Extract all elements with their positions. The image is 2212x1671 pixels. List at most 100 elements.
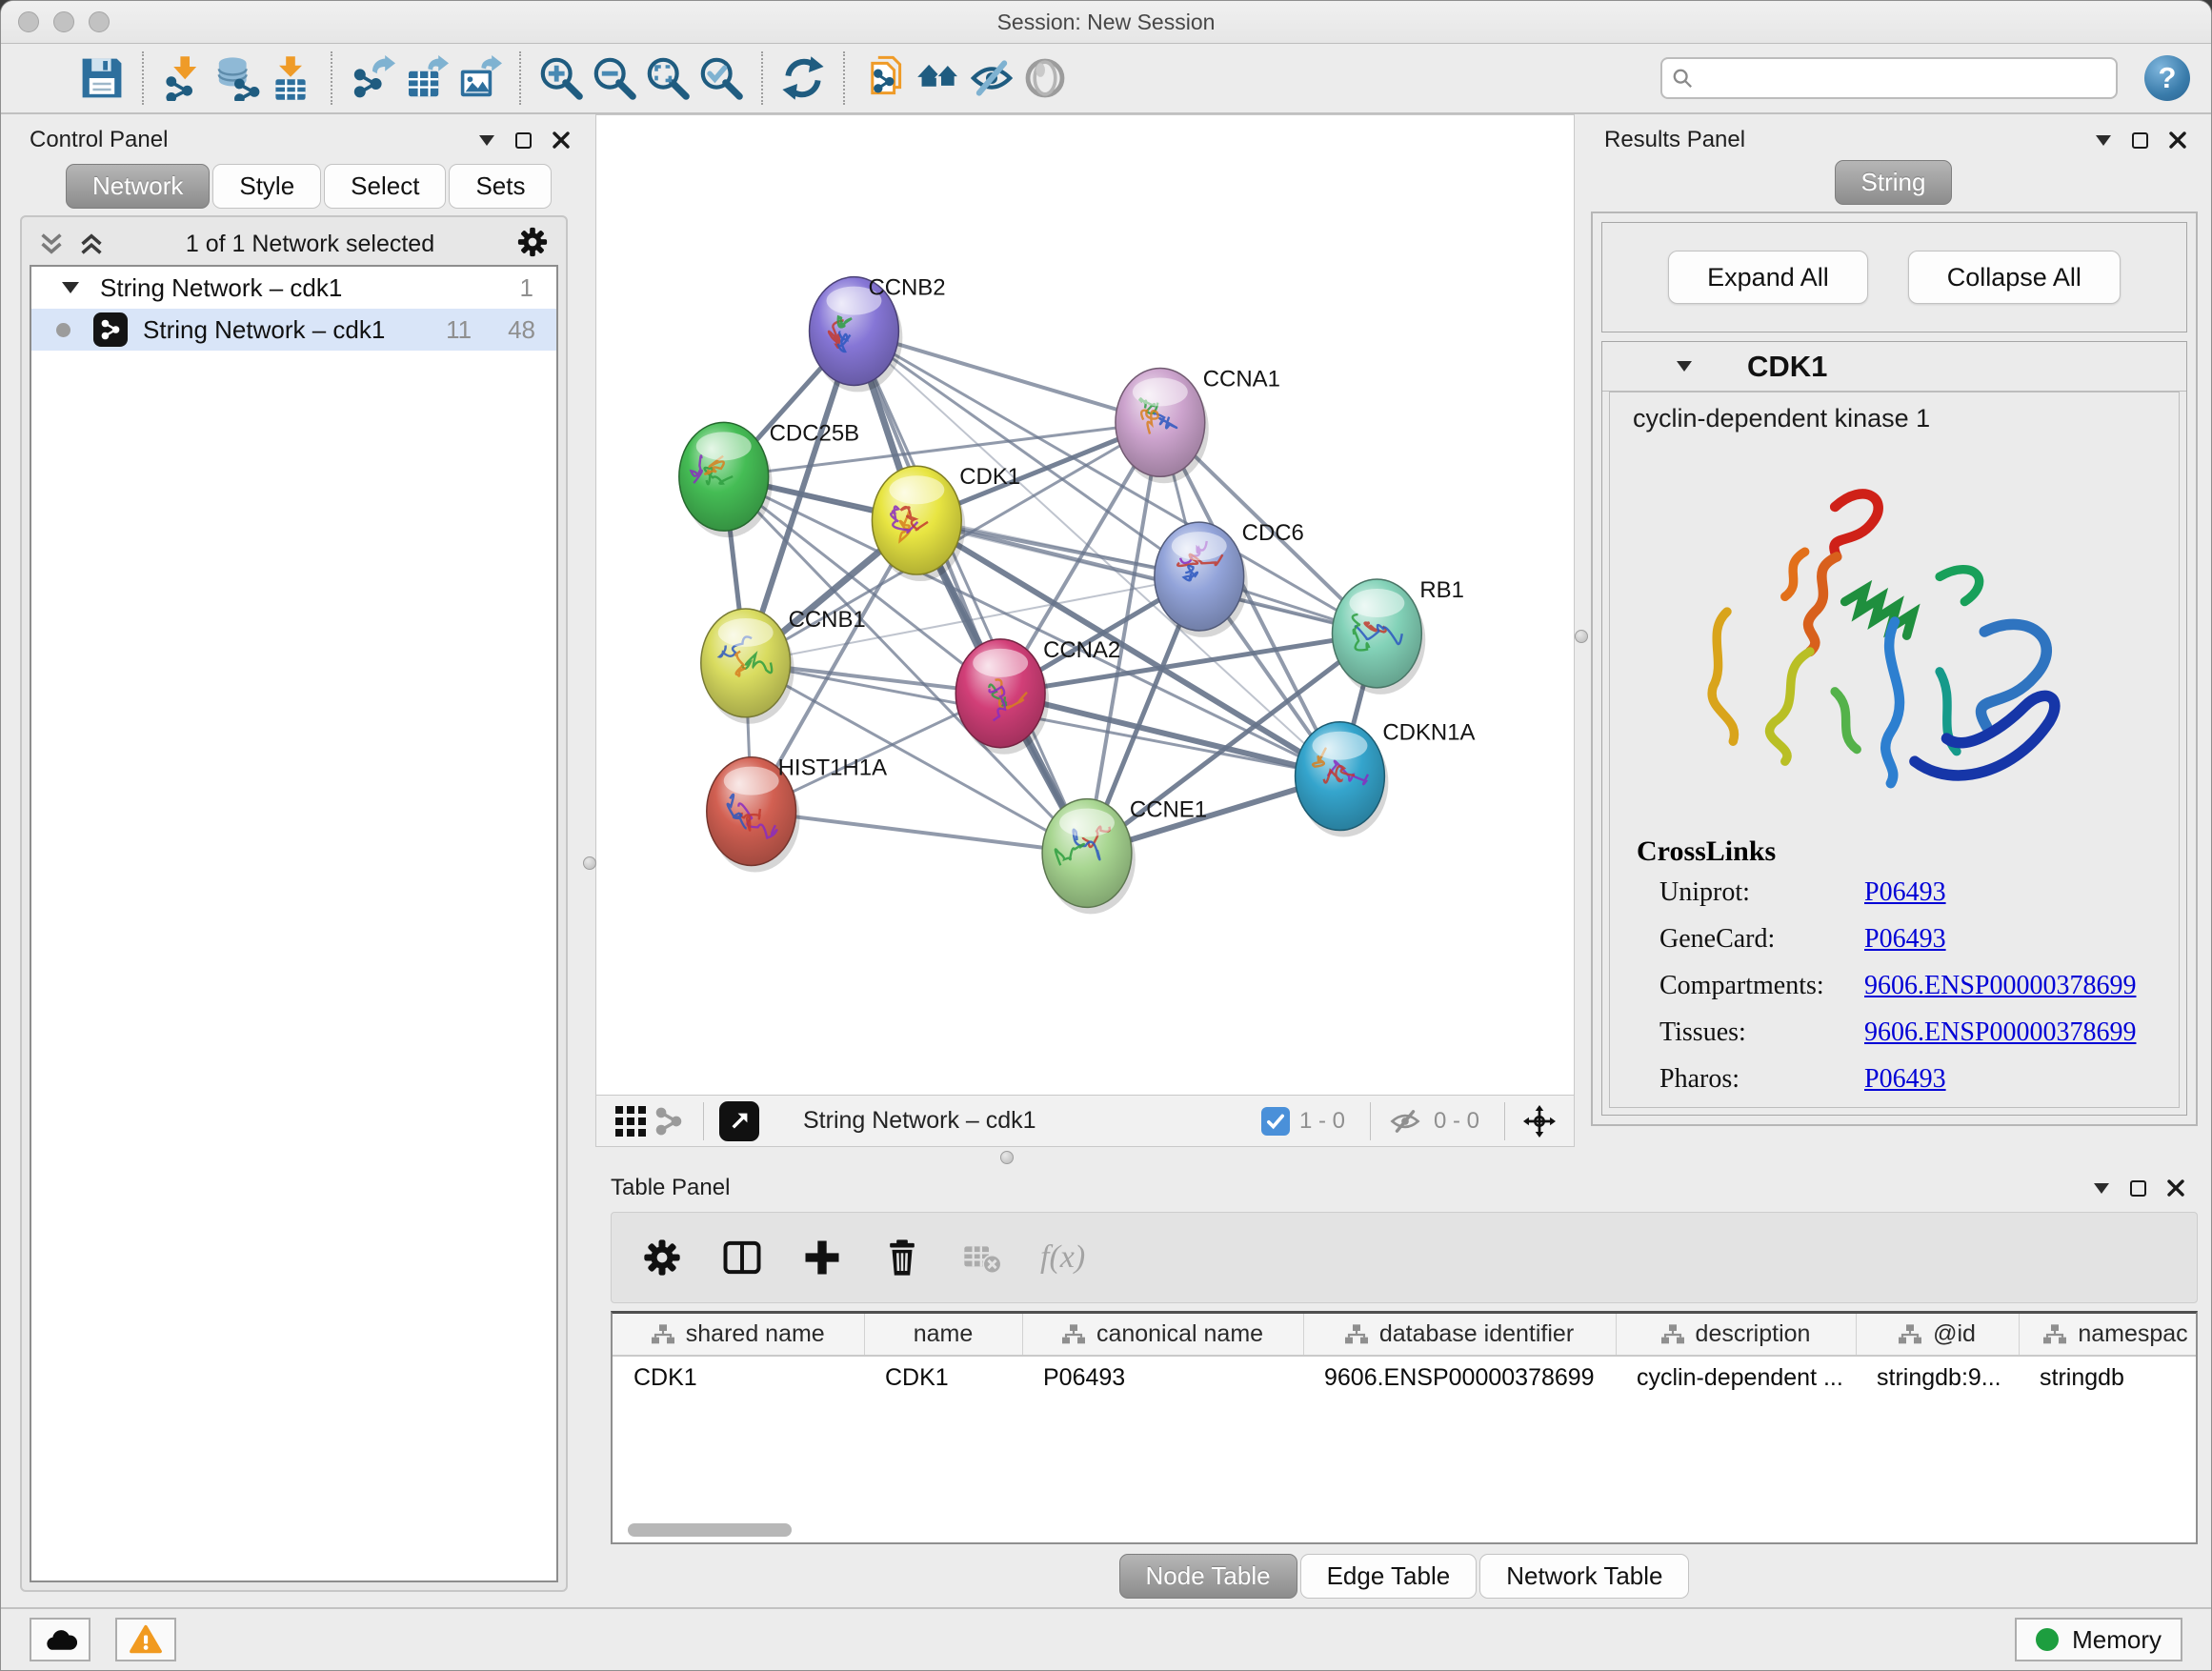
table-cell[interactable]: 9606.ENSP00000378699 — [1303, 1356, 1616, 1399]
crosslinks-title: CrossLinks — [1637, 836, 2179, 868]
network-node-rb1[interactable] — [1332, 579, 1425, 695]
control-panel-splitter[interactable] — [583, 114, 595, 1607]
network-node-ccna1[interactable] — [1116, 368, 1209, 483]
panel-menu-icon[interactable] — [2096, 135, 2111, 146]
home-button[interactable] — [912, 51, 965, 105]
delete-column-button[interactable] — [880, 1236, 924, 1279]
column-header-name[interactable]: name — [864, 1314, 1022, 1356]
crosslink-link[interactable]: P06493 — [1864, 877, 2179, 908]
network-row[interactable]: String Network – cdk1 11 48 — [31, 309, 556, 351]
table-cell[interactable]: cyclin-dependent ... — [1616, 1356, 1856, 1399]
network-node-cdkn1a[interactable] — [1296, 722, 1389, 837]
panel-menu-icon[interactable] — [479, 135, 494, 146]
center-view-button[interactable] — [1520, 1102, 1558, 1140]
network-node-ccnb1[interactable] — [701, 609, 794, 724]
save-session-button[interactable] — [75, 51, 129, 105]
tab-string[interactable]: String — [1835, 160, 1953, 205]
create-column-button[interactable] — [800, 1236, 844, 1279]
refresh-button[interactable] — [776, 51, 830, 105]
crosslink-link[interactable]: P06493 — [1864, 1064, 2179, 1095]
show-columns-button[interactable] — [720, 1236, 764, 1279]
expand-all-icon[interactable] — [79, 232, 104, 255]
close-panel-icon[interactable] — [2167, 1179, 2184, 1197]
panel-menu-icon[interactable] — [2094, 1183, 2109, 1194]
birds-eye-view-button[interactable] — [612, 1102, 650, 1140]
tab-network-table[interactable]: Network Table — [1479, 1554, 1689, 1599]
tab-edge-table[interactable]: Edge Table — [1300, 1554, 1478, 1599]
zoom-fit-button[interactable] — [641, 51, 694, 105]
column-header-namespac[interactable]: namespac — [2019, 1314, 2198, 1356]
export-network-button[interactable] — [346, 51, 399, 105]
column-header-database-identifier[interactable]: database identifier — [1303, 1314, 1616, 1356]
network-options-button[interactable] — [516, 226, 549, 263]
crosslink-link[interactable]: 9606.ENSP00000378699 — [1864, 1017, 2179, 1048]
import-table-button[interactable] — [264, 51, 317, 105]
close-panel-icon[interactable] — [553, 131, 570, 149]
hidden-items-button[interactable] — [1386, 1102, 1424, 1140]
float-panel-icon[interactable] — [2132, 132, 2148, 149]
show-all-button[interactable] — [1018, 51, 1072, 105]
node-table[interactable]: shared namenamecanonical namedatabase id… — [611, 1311, 2198, 1544]
network-node-ccne1[interactable] — [1042, 799, 1136, 915]
close-window-button[interactable] — [18, 11, 39, 32]
table-cell[interactable]: CDK1 — [864, 1356, 1022, 1399]
zoom-selected-button[interactable] — [694, 51, 748, 105]
help-button[interactable]: ? — [2144, 55, 2190, 101]
column-header-description[interactable]: description — [1616, 1314, 1856, 1356]
memory-button[interactable]: Memory — [2015, 1618, 2182, 1661]
horizontal-scrollbar[interactable] — [628, 1523, 792, 1537]
table-cell[interactable]: CDK1 — [613, 1356, 864, 1399]
column-header--id[interactable]: @id — [1856, 1314, 2019, 1356]
tab-style[interactable]: Style — [212, 164, 321, 209]
tab-node-table[interactable]: Node Table — [1119, 1554, 1297, 1599]
column-header-shared-name[interactable]: shared name — [613, 1314, 864, 1356]
export-table-button[interactable] — [399, 51, 452, 105]
table-cell[interactable]: stringdb — [2019, 1356, 2198, 1399]
network-node-cdk1[interactable] — [872, 466, 965, 581]
cloud-status-button[interactable] — [30, 1618, 90, 1661]
search-input[interactable] — [1660, 57, 2118, 99]
export-image-button[interactable] — [452, 51, 506, 105]
table-options-button[interactable] — [640, 1236, 684, 1279]
protein-section: CDK1 cyclin-dependent kinase 1 — [1601, 341, 2187, 1116]
table-cell[interactable]: P06493 — [1022, 1356, 1303, 1399]
network-collection-row[interactable]: String Network – cdk1 1 — [31, 267, 556, 309]
import-network-file-button[interactable] — [157, 51, 211, 105]
crosslink-link[interactable]: 9606.ENSP00000378699 — [1864, 971, 2179, 1001]
warnings-button[interactable] — [115, 1618, 176, 1661]
network-edge[interactable] — [854, 332, 1087, 854]
network-canvas[interactable]: CCNB2CCNA1CDC25BCDK1CDC6RB1CCNB1CCNA2CDK… — [596, 115, 1574, 1095]
crosslink-link[interactable]: P06493 — [1864, 924, 2179, 955]
hide-selected-button[interactable] — [965, 51, 1018, 105]
open-in-new-window-button[interactable] — [719, 1101, 759, 1141]
toolbar-separator — [843, 51, 845, 105]
close-panel-icon[interactable] — [2169, 131, 2186, 149]
import-network-database-button[interactable] — [211, 51, 264, 105]
zoom-window-button[interactable] — [89, 11, 110, 32]
open-session-button[interactable] — [22, 51, 75, 105]
table-row[interactable]: CDK1CDK1P064939606.ENSP00000378699cyclin… — [613, 1356, 2198, 1399]
tree-expander-icon[interactable] — [62, 282, 79, 293]
zoom-in-button[interactable] — [534, 51, 588, 105]
selected-checkbox[interactable] — [1261, 1107, 1290, 1136]
network-share-button[interactable] — [650, 1102, 688, 1140]
collapse-all-button[interactable]: Collapse All — [1908, 251, 2121, 304]
tab-network[interactable]: Network — [66, 164, 210, 209]
minimize-window-button[interactable] — [53, 11, 74, 32]
results-panel-splitter[interactable] — [1575, 114, 1587, 1147]
expand-all-button[interactable]: Expand All — [1668, 251, 1868, 304]
float-panel-icon[interactable] — [515, 132, 532, 149]
collapse-all-icon[interactable] — [39, 232, 64, 255]
tab-select[interactable]: Select — [324, 164, 446, 209]
network-edge[interactable] — [752, 812, 1087, 854]
zoom-out-button[interactable] — [588, 51, 641, 105]
table-cell[interactable]: stringdb:9... — [1856, 1356, 2019, 1399]
table-panel-splitter[interactable] — [595, 1147, 2211, 1168]
float-panel-icon[interactable] — [2130, 1180, 2146, 1197]
network-node-ccna2[interactable] — [955, 639, 1049, 755]
first-neighbors-button[interactable] — [858, 51, 912, 105]
crosslink-label: Uniprot: — [1659, 877, 1864, 908]
section-expander-icon[interactable] — [1677, 361, 1692, 372]
tab-sets[interactable]: Sets — [449, 164, 552, 209]
column-header-canonical-name[interactable]: canonical name — [1022, 1314, 1303, 1356]
